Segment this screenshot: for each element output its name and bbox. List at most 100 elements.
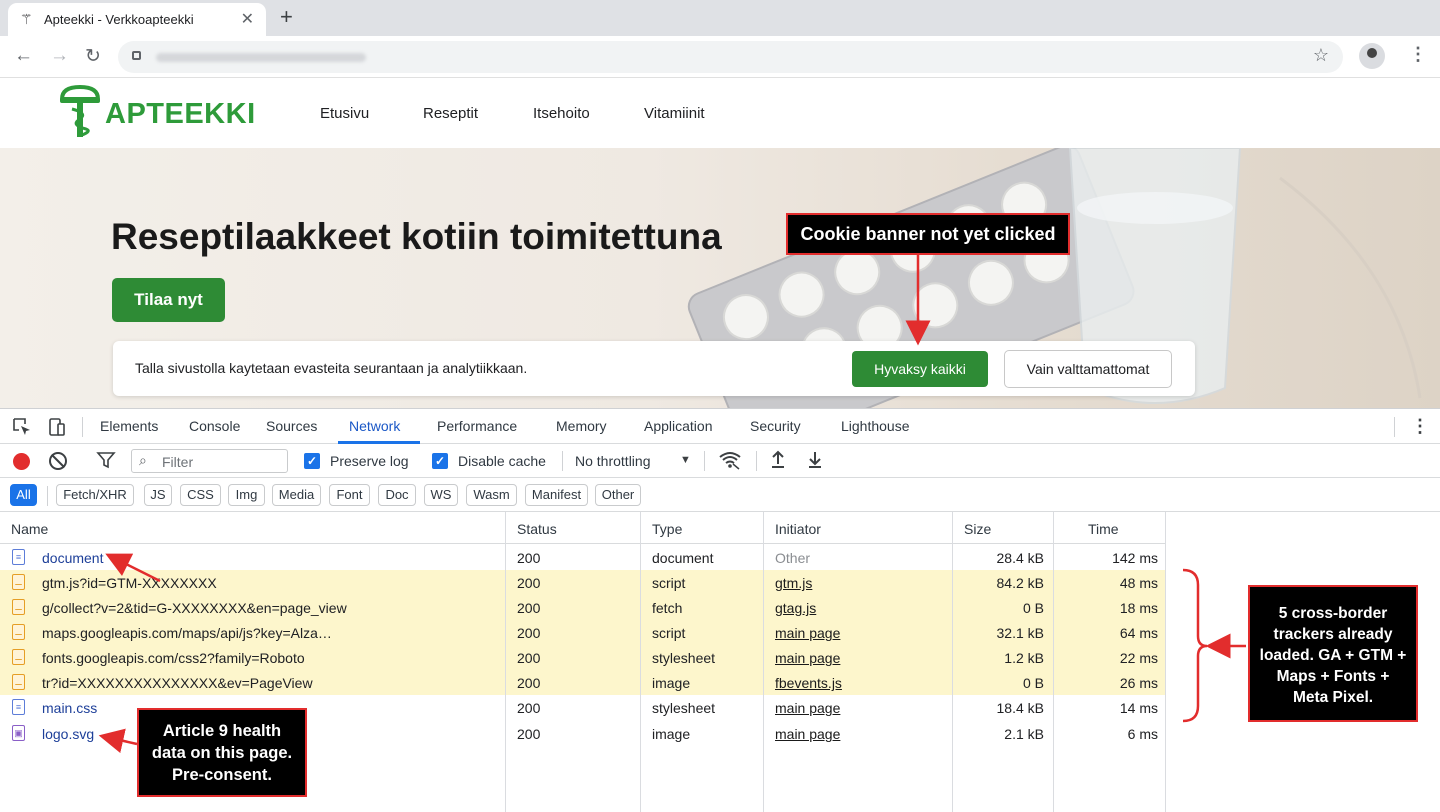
browser-tab[interactable]: ⚚ Apteekki - Verkkoapteekki ✕: [8, 3, 266, 36]
inspect-element-icon[interactable]: [12, 417, 32, 437]
request-initiator[interactable]: main page: [775, 625, 840, 641]
request-initiator[interactable]: Other: [775, 550, 810, 566]
disable-cache-checkbox[interactable]: ✓: [432, 453, 448, 469]
col-name[interactable]: Name: [11, 521, 48, 537]
request-status: 200: [517, 700, 541, 716]
tab-console[interactable]: Console: [189, 418, 240, 434]
chevron-down-icon[interactable]: ▼: [680, 454, 691, 466]
throttling-select[interactable]: No throttling: [575, 453, 650, 469]
table-row[interactable]: ⚊ fonts.googleapis.com/css2?family=Roboto…: [0, 645, 1166, 670]
annotation-cookie-banner: Cookie banner not yet clicked: [786, 213, 1070, 255]
table-row[interactable]: ⚊ maps.googleapis.com/maps/api/js?key=Alz…: [0, 620, 1166, 645]
filter-wasm[interactable]: Wasm: [466, 484, 517, 506]
request-time: 26 ms: [1119, 675, 1158, 691]
request-type: image: [652, 726, 691, 742]
request-name[interactable]: gtm.js?id=GTM-XXXXXXXX: [42, 575, 217, 591]
filter-img[interactable]: Img: [228, 484, 265, 506]
site-logo-text[interactable]: APTEEKKI: [105, 98, 256, 131]
divider: [82, 417, 83, 437]
filter-manifest[interactable]: Manifest: [525, 484, 588, 506]
devtools-menu-icon[interactable]: ⋮: [1411, 416, 1429, 437]
col-type[interactable]: Type: [652, 521, 682, 537]
filter-ws[interactable]: WS: [424, 484, 458, 506]
search-icon: ⌕: [139, 452, 147, 468]
filter-fetch-xhr[interactable]: Fetch/XHR: [56, 484, 134, 506]
request-name[interactable]: logo.svg: [42, 726, 94, 742]
import-har-icon[interactable]: [770, 449, 786, 469]
request-name[interactable]: document: [42, 550, 103, 566]
request-name[interactable]: fonts.googleapis.com/css2?family=Roboto: [42, 650, 305, 666]
request-initiator[interactable]: main page: [775, 700, 840, 716]
request-time: 64 ms: [1119, 625, 1158, 641]
filter-funnel-icon[interactable]: [96, 451, 116, 469]
table-row[interactable]: ⚊ gtm.js?id=GTM-XXXXXXXX 200 script gtm.js 84…: [0, 570, 1166, 595]
pharmacy-logo-icon[interactable]: [58, 85, 102, 139]
tab-elements[interactable]: Elements: [100, 418, 158, 434]
nav-reseptit[interactable]: Reseptit: [423, 105, 478, 122]
request-name[interactable]: main.css: [42, 700, 97, 716]
tab-performance[interactable]: Performance: [437, 418, 517, 434]
tab-security[interactable]: Security: [750, 418, 801, 434]
tab-network[interactable]: Network: [349, 418, 400, 434]
necessary-only-button[interactable]: Vain valttamattomat: [1004, 350, 1172, 388]
filter-media[interactable]: Media: [272, 484, 321, 506]
request-initiator[interactable]: main page: [775, 726, 840, 742]
cookie-message: Talla sivustolla kaytetaan evasteita seu…: [135, 360, 528, 376]
request-initiator[interactable]: gtm.js: [775, 575, 812, 591]
request-status: 200: [517, 550, 541, 566]
tab-sources[interactable]: Sources: [266, 418, 317, 434]
request-name[interactable]: maps.googleapis.com/maps/api/js?key=Alza…: [42, 625, 332, 641]
filter-doc[interactable]: Doc: [378, 484, 416, 506]
browser-toolbar: ← → ↻ ☆ ⋮: [0, 36, 1440, 78]
request-initiator[interactable]: gtag.js: [775, 600, 816, 616]
filter-all[interactable]: All: [10, 484, 37, 506]
request-time: 14 ms: [1119, 700, 1158, 716]
filter-other[interactable]: Other: [595, 484, 641, 506]
col-size[interactable]: Size: [964, 521, 991, 537]
request-status: 200: [517, 625, 541, 641]
filter-font[interactable]: Font: [329, 484, 370, 506]
device-toolbar-icon[interactable]: [47, 417, 67, 437]
col-status[interactable]: Status: [517, 521, 557, 537]
request-name[interactable]: g/collect?v=2&tid=G-XXXXXXXX&en=page_vie…: [42, 600, 347, 616]
network-conditions-icon[interactable]: [718, 450, 742, 470]
nav-itsehoito[interactable]: Itsehoito: [533, 105, 590, 122]
filter-input[interactable]: ⌕ Filter: [131, 449, 288, 473]
pharmacy-favicon-icon: ⚚: [20, 11, 33, 27]
col-divider: [1053, 512, 1054, 812]
new-tab-icon[interactable]: +: [280, 4, 293, 30]
nav-etusivu[interactable]: Etusivu: [320, 105, 369, 122]
col-time[interactable]: Time: [1088, 521, 1119, 537]
col-divider: [505, 512, 506, 812]
browser-menu-icon[interactable]: ⋮: [1409, 44, 1427, 65]
table-row[interactable]: ≡ document 200 document Other 28.4 kB 142 ms: [0, 545, 1166, 570]
request-time: 142 ms: [1112, 550, 1158, 566]
request-status: 200: [517, 650, 541, 666]
profile-avatar-icon[interactable]: [1359, 43, 1385, 69]
nav-vitamiinit[interactable]: Vitamiinit: [644, 105, 705, 122]
reload-icon[interactable]: ↻: [85, 45, 101, 68]
table-row[interactable]: ⚊ g/collect?v=2&tid=G-XXXXXXXX&en=page_vi…: [0, 595, 1166, 620]
request-time: 6 ms: [1127, 726, 1158, 742]
accept-all-button[interactable]: Hyvaksy kaikki: [852, 351, 988, 387]
request-name[interactable]: tr?id=XXXXXXXXXXXXXXX&ev=PageView: [42, 675, 313, 691]
order-now-button[interactable]: Tilaa nyt: [112, 278, 225, 322]
record-icon[interactable]: [13, 453, 30, 470]
table-row[interactable]: ⚊ tr?id=XXXXXXXXXXXXXXX&ev=PageView 200 ima…: [0, 670, 1166, 695]
clear-icon[interactable]: [49, 452, 67, 470]
request-initiator[interactable]: main page: [775, 650, 840, 666]
col-initiator[interactable]: Initiator: [775, 521, 821, 537]
address-bar[interactable]: ☆: [118, 41, 1343, 73]
forward-icon[interactable]: →: [50, 45, 69, 67]
request-initiator[interactable]: fbevents.js: [775, 675, 842, 691]
tab-application[interactable]: Application: [644, 418, 713, 434]
close-tab-icon[interactable]: ✕: [241, 9, 254, 29]
export-har-icon[interactable]: [807, 449, 823, 469]
tab-memory[interactable]: Memory: [556, 418, 607, 434]
tab-lighthouse[interactable]: Lighthouse: [841, 418, 910, 434]
bookmark-star-icon[interactable]: ☆: [1313, 45, 1329, 66]
filter-js[interactable]: JS: [144, 484, 172, 506]
filter-css[interactable]: CSS: [180, 484, 221, 506]
back-icon[interactable]: ←: [14, 45, 33, 67]
preserve-log-checkbox[interactable]: ✓: [304, 453, 320, 469]
